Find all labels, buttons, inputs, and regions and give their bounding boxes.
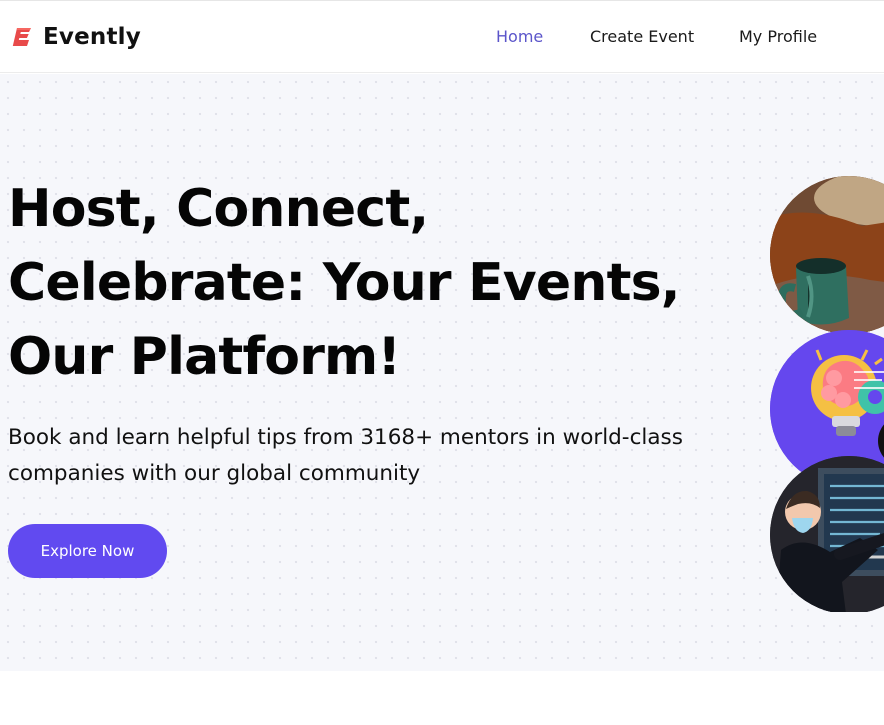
hero-description: Book and learn helpful tips from 3168+ m… (8, 425, 683, 486)
next-section-start (0, 671, 884, 725)
nav-my-profile-link[interactable]: My Profile (739, 26, 817, 48)
brand-name: Evently (43, 24, 141, 50)
hero-title: Host, Connect, Celebrate: Your Events, O… (8, 179, 681, 387)
coffee-mug-photo (770, 176, 884, 334)
coffee-mug-photo-icon (770, 176, 884, 334)
nav-create-event-link[interactable]: Create Event (590, 26, 694, 48)
presentation-photo-icon (770, 456, 884, 612)
hero-section: Host, Connect, Celebrate: Your Events, O… (0, 74, 884, 671)
nav-home-link[interactable]: Home (496, 26, 543, 48)
main-header: Evently Home Create Event My Profile (0, 1, 884, 73)
hero-image-gallery (770, 176, 884, 612)
brand-logo-link[interactable]: Evently (12, 23, 141, 51)
explore-now-button[interactable]: Explore Now (8, 524, 167, 578)
evently-logo-icon (12, 28, 32, 46)
landing-page: Evently Home Create Event My Profile Hos… (0, 0, 884, 725)
presentation-photo (770, 456, 884, 612)
